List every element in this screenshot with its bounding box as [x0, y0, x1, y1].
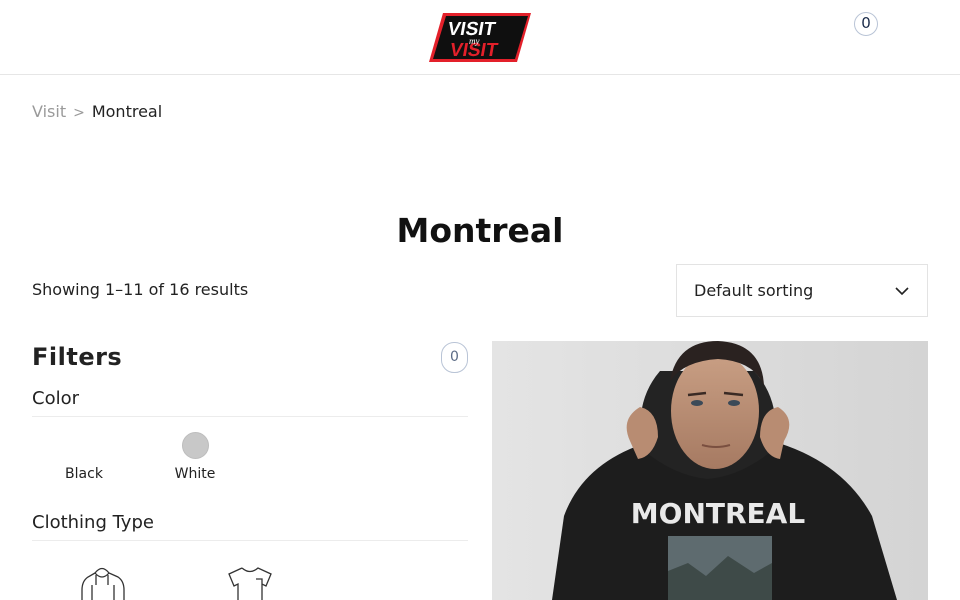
divider	[32, 416, 468, 417]
site-header: VISIT VISIT my 0	[0, 0, 960, 75]
color-option-black[interactable]: Black	[58, 432, 110, 483]
cart-count-badge[interactable]: 0	[854, 12, 878, 36]
active-filters-count[interactable]: 0	[441, 342, 468, 373]
breadcrumb-link-visit[interactable]: Visit	[32, 102, 66, 121]
swatch-white	[181, 432, 209, 459]
chevron-down-icon	[895, 287, 909, 296]
hoodie-icon[interactable]	[78, 565, 128, 600]
svg-text:my: my	[469, 36, 480, 46]
divider	[32, 540, 468, 541]
product-image[interactable]: MONTREAL	[492, 341, 928, 600]
breadcrumb-separator: >	[73, 105, 85, 121]
color-option-label: Black	[65, 466, 103, 482]
swatch-black	[70, 432, 98, 459]
breadcrumb-current: Montreal	[91, 102, 163, 121]
breadcrumb: Visit > Montreal	[32, 101, 162, 124]
t-shirt-icon[interactable]	[226, 565, 274, 600]
svg-text:MONTREAL: MONTREAL	[631, 497, 806, 530]
sort-select-value: Default sorting	[694, 281, 814, 300]
filter-section-color[interactable]: Color	[32, 387, 79, 411]
sort-select[interactable]: Default sorting	[676, 264, 928, 317]
filter-section-clothing-type[interactable]: Clothing Type	[32, 511, 154, 535]
color-option-white[interactable]: White	[168, 432, 222, 483]
color-option-label: White	[174, 466, 216, 482]
filters-title: Filters	[32, 343, 123, 371]
visit-logo[interactable]: VISIT VISIT my	[429, 11, 532, 64]
results-count: Showing 1–11 of 16 results	[32, 280, 249, 299]
page-title: Montreal	[396, 211, 564, 250]
